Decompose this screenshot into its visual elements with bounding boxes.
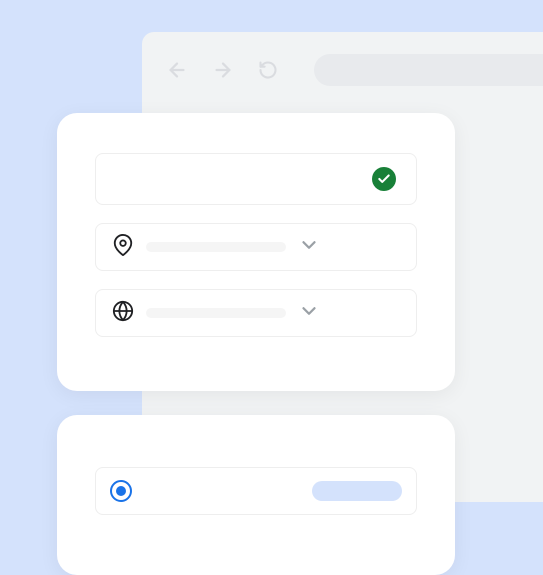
- radio-selected-icon: [110, 480, 132, 502]
- browser-toolbar: [166, 54, 543, 86]
- location-placeholder: [146, 242, 286, 252]
- form-card: [57, 113, 455, 391]
- location-pin-icon: [112, 234, 134, 261]
- refresh-icon[interactable]: [258, 60, 278, 80]
- back-icon[interactable]: [166, 59, 188, 81]
- address-bar[interactable]: [314, 54, 543, 86]
- globe-icon: [112, 300, 134, 327]
- checkmark-icon: [372, 167, 396, 191]
- language-dropdown[interactable]: [95, 289, 417, 337]
- forward-icon[interactable]: [212, 59, 234, 81]
- option-card: [57, 415, 455, 575]
- option-badge: [312, 481, 402, 501]
- verified-field[interactable]: [95, 153, 417, 205]
- radio-option[interactable]: [95, 467, 417, 515]
- language-placeholder: [146, 308, 286, 318]
- chevron-down-icon: [298, 234, 320, 261]
- location-dropdown[interactable]: [95, 223, 417, 271]
- chevron-down-icon: [298, 300, 320, 327]
